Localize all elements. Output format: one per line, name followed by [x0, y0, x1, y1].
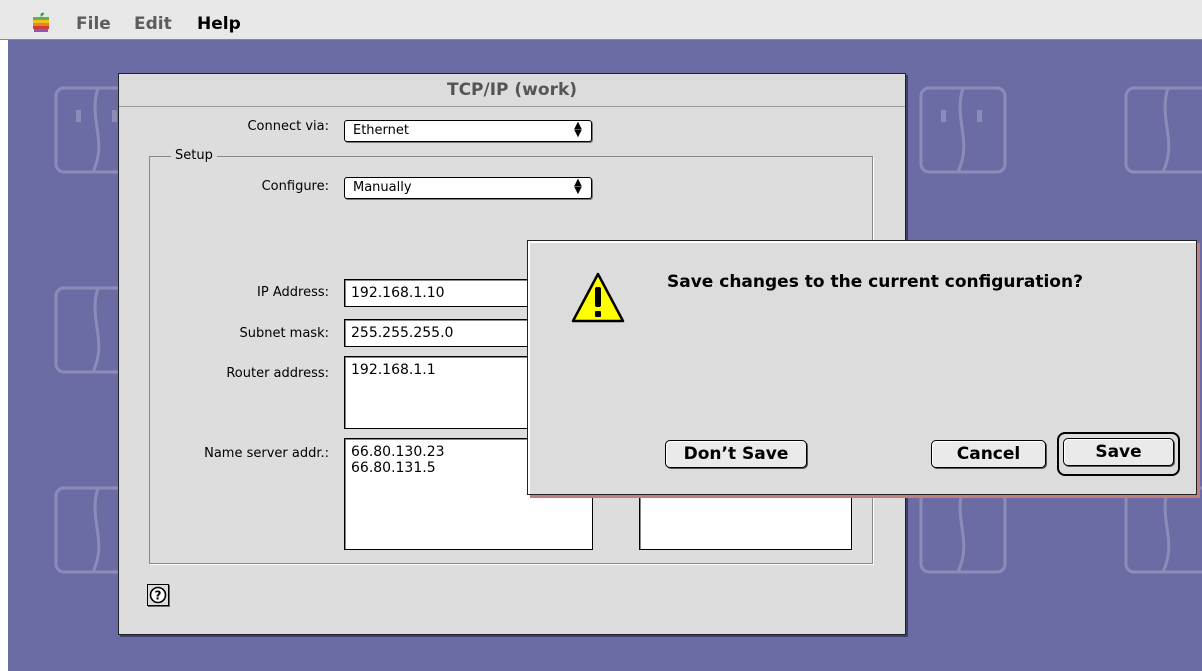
- finder-face-icon: [1124, 86, 1202, 174]
- popup-arrows-icon: ▲ ▼: [574, 177, 582, 196]
- setup-label: Setup: [171, 148, 217, 163]
- subnet-mask-label: Subnet mask:: [239, 326, 329, 341]
- ip-address-label: IP Address:: [257, 285, 329, 300]
- help-icon: ?: [149, 586, 167, 604]
- finder-face-icon: [919, 86, 1007, 174]
- configure-popup[interactable]: Manually ▲ ▼: [344, 177, 592, 199]
- save-button[interactable]: Save: [1063, 438, 1174, 466]
- alert-message: Save changes to the current configuratio…: [667, 272, 1083, 292]
- menu-help[interactable]: Help: [197, 14, 241, 34]
- help-button[interactable]: ?: [147, 584, 169, 606]
- router-address-label: Router address:: [226, 366, 329, 381]
- name-server-label: Name server addr.:: [204, 446, 329, 461]
- dont-save-button[interactable]: Don’t Save: [665, 440, 807, 468]
- connect-via-popup[interactable]: Ethernet ▲ ▼: [344, 120, 592, 142]
- popup-arrows-icon: ▲ ▼: [574, 120, 582, 139]
- menu-edit[interactable]: Edit: [134, 14, 172, 34]
- apple-icon[interactable]: [32, 12, 50, 32]
- connect-via-value: Ethernet: [353, 123, 409, 138]
- finder-face-icon: [919, 486, 1007, 574]
- save-changes-alert: Save changes to the current configuratio…: [527, 240, 1197, 495]
- configure-label: Configure:: [261, 179, 329, 194]
- configure-value: Manually: [353, 180, 412, 195]
- finder-face-icon: [1124, 486, 1202, 574]
- menu-file[interactable]: File: [76, 14, 111, 34]
- menu-bar: File Edit Help: [0, 0, 1202, 40]
- cancel-button[interactable]: Cancel: [931, 440, 1046, 468]
- window-title: TCP/IP (work): [446, 80, 578, 100]
- connect-via-label: Connect via:: [247, 119, 329, 134]
- window-titlebar[interactable]: TCP/IP (work): [119, 74, 905, 107]
- warning-icon: [571, 272, 625, 323]
- svg-text:?: ?: [155, 589, 162, 603]
